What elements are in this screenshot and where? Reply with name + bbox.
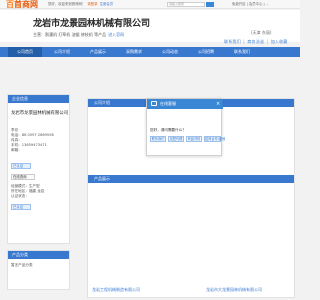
category-panel: 产品分类 暂无产品分类 [7,250,70,290]
nav-item-news[interactable]: 公司动态 [152,47,188,57]
contact-block: 李总 电话：86 0597 2669556 传真： 手机：13659473471… [11,128,54,153]
chat-popup: 在线客服 × 您好，请问需要什么？ 联系我们 加盟代理 商品详情 招商合作/其他 [146,98,225,156]
nav-item-home[interactable]: 公司首页 [8,47,42,57]
main-nav: 公司首页 公司介绍 产品展示 采购需求 公司动态 公司招聘 联系我们 [0,47,300,57]
top-bar: 百首商网 您好，欢迎来到首商网！ 请登录 注册会员 请输入搜索 免费开店 | 会… [0,0,300,9]
chat-option-agent[interactable]: 加盟代理 [168,136,184,142]
chat-option-other[interactable]: 招商合作/其他 [204,136,225,142]
cert-badge: 已认证 [11,204,31,210]
company-summary: 主营：割灌机 打草机 油锯 修枝机 等产品 进入官网 [33,32,125,37]
search-button[interactable] [206,2,214,7]
nav-item-jobs[interactable]: 公司招聘 [188,47,224,57]
nav-item-purchase[interactable]: 采购需求 [116,47,152,57]
contact-link[interactable]: 联系我们 [224,39,241,44]
official-site-link[interactable]: 进入官网 [108,32,124,37]
login-link[interactable]: 请登录 [87,2,97,6]
email-text: 邮箱： [11,148,22,152]
nav-item-products[interactable]: 产品展示 [80,47,116,57]
verified-badge: 已认证 [11,163,31,169]
close-icon[interactable]: × [216,99,220,109]
location-tag: (天津 东丽) [251,30,272,35]
chat-header: 在线客服 × [147,99,223,109]
company-header: 龙岩市龙景园林机械有限公司 主营：割灌机 打草机 油锯 修枝机 等产品 进入官网 … [0,10,300,44]
header-links: 联系我们 | 商务洽谈 | 加入收藏 [224,39,288,44]
welcome-text: 您好，欢迎来到首商网！ [48,2,86,6]
company-name: 龙岩市龙景园林机械有限公司 [33,18,150,29]
chat-prompt: 您好，请问需要什么？ [150,128,186,132]
negotiate-link[interactable]: 商务洽谈 [247,39,264,44]
chat-option-product[interactable]: 商品详情 [186,136,202,142]
online-consult-button[interactable]: 在线咨询 [11,174,35,180]
meta-block: 经营模式：生产型 所在地区：福建 龙岩 认证状态： [11,184,45,199]
chat-title: 在线客服 [160,101,176,106]
cert-status: 认证状态： [11,194,29,198]
nav-item-about[interactable]: 公司介绍 [44,47,80,57]
nav-item-contact[interactable]: 联系我们 [224,47,260,57]
info-company-name: 龙岩市龙景园林机械有限公司 [11,111,69,116]
top-links: 您好，欢迎来到首商网！ 请登录 注册会员 [48,1,113,7]
product-link[interactable]: 龙岩市大龙景园林机械有限公司 [206,287,262,293]
panel-title: 企业信息 [8,95,69,103]
top-right-links[interactable]: 免费开店 | 会员中心 | ... [232,1,269,7]
panel-title: 产品分类 [8,251,69,259]
register-link[interactable]: 注册会员 [100,2,114,6]
favorite-link[interactable]: 加入收藏 [271,39,288,44]
chat-icon [151,101,157,106]
site-logo[interactable]: 百首商网 [6,0,38,10]
product-link[interactable]: 龙岩工程机械制造有限公司 [92,287,140,293]
section-heading-products: 产品展示 [88,175,294,183]
search-input[interactable]: 请输入搜索 [167,2,205,7]
category-empty: 暂无产品分类 [11,263,33,267]
chat-option-contact[interactable]: 联系我们 [150,136,166,142]
company-info-panel: 企业信息 龙岩市龙景园林机械有限公司 李总 电话：86 0597 2669556… [7,94,70,244]
